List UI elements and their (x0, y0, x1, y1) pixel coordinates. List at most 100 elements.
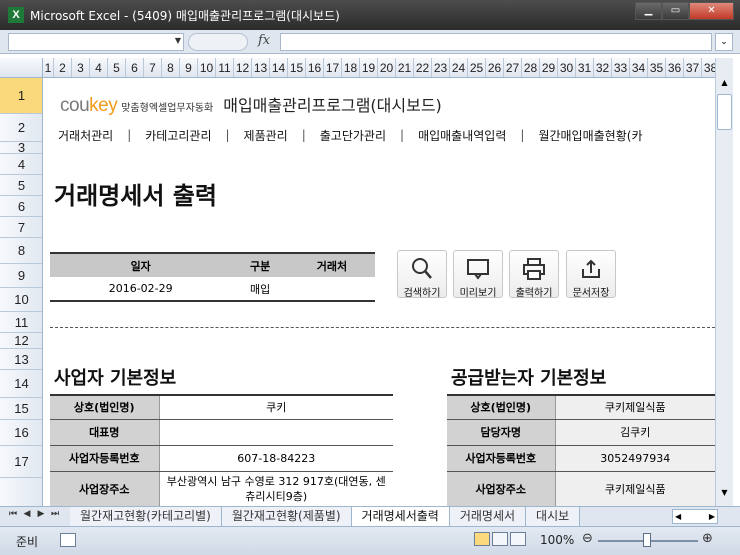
scroll-left-icon[interactable]: ◀ (675, 510, 681, 523)
preview-button[interactable]: 미리보기 (453, 250, 503, 299)
nav-item[interactable]: 매입매출내역입력 (404, 127, 520, 144)
column-header[interactable]: 11 (216, 58, 234, 77)
print-button[interactable]: 출력하기 (509, 250, 559, 299)
scroll-up-icon[interactable]: ▲ (716, 78, 733, 94)
scroll-thumb[interactable] (717, 94, 732, 130)
row-header[interactable]: 14 (0, 370, 42, 398)
row-header[interactable]: 8 (0, 238, 42, 264)
business-number-cell[interactable]: 607-18-84223 (158, 445, 393, 472)
formula-input[interactable] (280, 33, 712, 51)
normal-view-button[interactable] (474, 532, 490, 546)
sheet-grid[interactable]: coukey 맞춤형엑셀업무자동화 매입매출관리프로그램(대시보드) 거래처관리… (44, 78, 715, 506)
column-header[interactable]: 2 (54, 58, 72, 77)
column-header[interactable]: 25 (468, 58, 486, 77)
column-header[interactable]: 14 (270, 58, 288, 77)
column-header[interactable]: 23 (432, 58, 450, 77)
excel-icon[interactable]: X (8, 7, 24, 23)
business-name-cell[interactable]: 쿠키 (158, 394, 393, 420)
formula-buttons[interactable] (188, 33, 248, 51)
row-header[interactable]: 15 (0, 398, 42, 420)
vertical-scrollbar[interactable]: ▲ ▼ (715, 58, 733, 506)
row-header[interactable]: 6 (0, 196, 42, 217)
column-header[interactable]: 28 (522, 58, 540, 77)
column-header[interactable]: 15 (288, 58, 306, 77)
expand-formula-button[interactable]: ⌄ (715, 33, 733, 51)
column-header[interactable]: 32 (594, 58, 612, 77)
page-layout-view-button[interactable] (492, 532, 508, 546)
column-header[interactable]: 27 (504, 58, 522, 77)
column-header[interactable]: 26 (486, 58, 504, 77)
supplier-contact-cell[interactable]: 김쿠키 (554, 419, 715, 446)
prev-sheet-icon[interactable]: ◀ (20, 509, 34, 519)
sheet-tab[interactable]: 거래명세서출력 (351, 507, 450, 526)
nav-item[interactable]: 거래처관리 (44, 127, 127, 144)
row-header[interactable]: 3 (0, 140, 42, 155)
column-header[interactable]: 1 (43, 58, 54, 77)
row-header[interactable]: 5 (0, 175, 42, 196)
column-header[interactable]: 12 (234, 58, 252, 77)
sheet-tab[interactable]: 거래명세서 (449, 507, 527, 526)
column-header[interactable]: 21 (396, 58, 414, 77)
row-header[interactable]: 11 (0, 312, 42, 333)
column-header[interactable]: 18 (342, 58, 360, 77)
column-header[interactable]: 38 (702, 58, 715, 77)
client-cell[interactable] (288, 277, 375, 302)
first-sheet-icon[interactable]: ⏮ (6, 509, 20, 519)
column-header[interactable]: 19 (360, 58, 378, 77)
supplier-address-cell[interactable]: 쿠키제일식품 (554, 471, 715, 506)
chevron-down-icon[interactable]: ▼ (175, 36, 181, 45)
column-header[interactable]: 13 (252, 58, 270, 77)
maximize-button[interactable]: ▭ (662, 2, 689, 20)
nav-item[interactable]: 카테고리관리 (131, 127, 225, 144)
column-header[interactable]: 37 (684, 58, 702, 77)
representative-cell[interactable] (158, 419, 393, 446)
nav-item[interactable]: 출고단가관리 (306, 127, 400, 144)
scroll-right-icon[interactable]: ▶ (709, 510, 715, 523)
sheet-tab[interactable]: 월간재고현황(제품별) (221, 507, 352, 526)
column-header[interactable]: 36 (666, 58, 684, 77)
row-header[interactable]: 2 (0, 114, 42, 142)
zoom-out-icon[interactable]: ⊖ (582, 531, 593, 546)
row-header[interactable]: 9 (0, 264, 42, 288)
macro-record-icon[interactable] (60, 533, 76, 547)
column-header[interactable]: 17 (324, 58, 342, 77)
column-header[interactable]: 29 (540, 58, 558, 77)
column-header[interactable]: 9 (180, 58, 198, 77)
column-header[interactable]: 33 (612, 58, 630, 77)
nav-item[interactable]: 제품관리 (230, 127, 302, 144)
column-header[interactable]: 20 (378, 58, 396, 77)
fx-icon[interactable]: fx (258, 33, 270, 48)
supplier-name-cell[interactable]: 쿠키제일식품 (554, 394, 715, 420)
type-cell[interactable]: 매입 (231, 277, 289, 302)
column-header[interactable]: 31 (576, 58, 594, 77)
search-button[interactable]: 검색하기 (397, 250, 447, 299)
row-header[interactable]: 4 (0, 154, 42, 175)
scroll-down-icon[interactable]: ▼ (716, 488, 733, 504)
save-document-button[interactable]: 문서저장 (566, 250, 616, 299)
column-header[interactable]: 16 (306, 58, 324, 77)
row-header[interactable]: 13 (0, 349, 42, 370)
column-header[interactable]: 30 (558, 58, 576, 77)
close-button[interactable]: ✕ (689, 2, 734, 20)
row-header[interactable]: 16 (0, 420, 42, 446)
date-cell[interactable]: 2016-02-29 (50, 277, 232, 302)
zoom-slider-thumb[interactable] (643, 533, 651, 547)
column-header[interactable]: 5 (108, 58, 126, 77)
sheet-tab[interactable]: 월간재고현황(카테고리별) (70, 507, 222, 526)
sheet-tab[interactable]: 대시보 (526, 507, 581, 526)
select-all-corner[interactable] (0, 58, 43, 77)
nav-item[interactable]: 월간매입매출현황(카 (524, 127, 656, 144)
column-header[interactable]: 3 (72, 58, 90, 77)
supplier-number-cell[interactable]: 3052497934 (554, 445, 715, 472)
name-box[interactable]: ▼ (8, 33, 184, 51)
zoom-level[interactable]: 100% (540, 533, 574, 547)
row-header[interactable]: 17 (0, 446, 42, 478)
column-header[interactable]: 7 (144, 58, 162, 77)
column-header[interactable]: 8 (162, 58, 180, 77)
zoom-in-icon[interactable]: ⊕ (702, 531, 713, 546)
row-header[interactable]: 12 (0, 333, 42, 349)
column-header[interactable]: 10 (198, 58, 216, 77)
column-header[interactable]: 4 (90, 58, 108, 77)
row-header[interactable]: 10 (0, 288, 42, 312)
minimize-button[interactable]: ▁ (635, 2, 662, 20)
